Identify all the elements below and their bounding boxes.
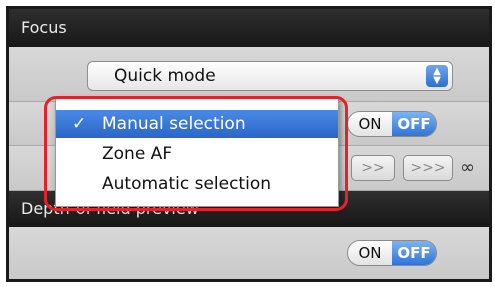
dof-on-off-toggle[interactable]: ON OFF xyxy=(347,240,437,266)
mode-select-value: Quick mode xyxy=(114,66,216,86)
focus-far-large-button[interactable]: >>> xyxy=(403,155,453,181)
af-on-button[interactable]: ON xyxy=(348,112,392,136)
select-arrows-icon: ▲ ▼ xyxy=(426,65,448,87)
mode-select-row: Quick mode ▲ ▼ xyxy=(9,47,489,102)
focus-section-title: Focus xyxy=(21,18,67,37)
mode-select[interactable]: Quick mode ▲ ▼ xyxy=(87,61,453,91)
infinity-icon: ∞ xyxy=(460,157,475,178)
dof-off-button[interactable]: OFF xyxy=(392,241,436,265)
highlight-callout-frame xyxy=(44,96,348,211)
dof-toggle-row: ON OFF xyxy=(9,227,489,279)
focus-section-header: Focus xyxy=(9,9,489,47)
af-off-button[interactable]: OFF xyxy=(392,112,436,136)
af-on-off-toggle[interactable]: ON OFF xyxy=(347,111,437,137)
focus-far-medium-button[interactable]: >> xyxy=(351,155,395,181)
dof-on-button[interactable]: ON xyxy=(348,241,392,265)
